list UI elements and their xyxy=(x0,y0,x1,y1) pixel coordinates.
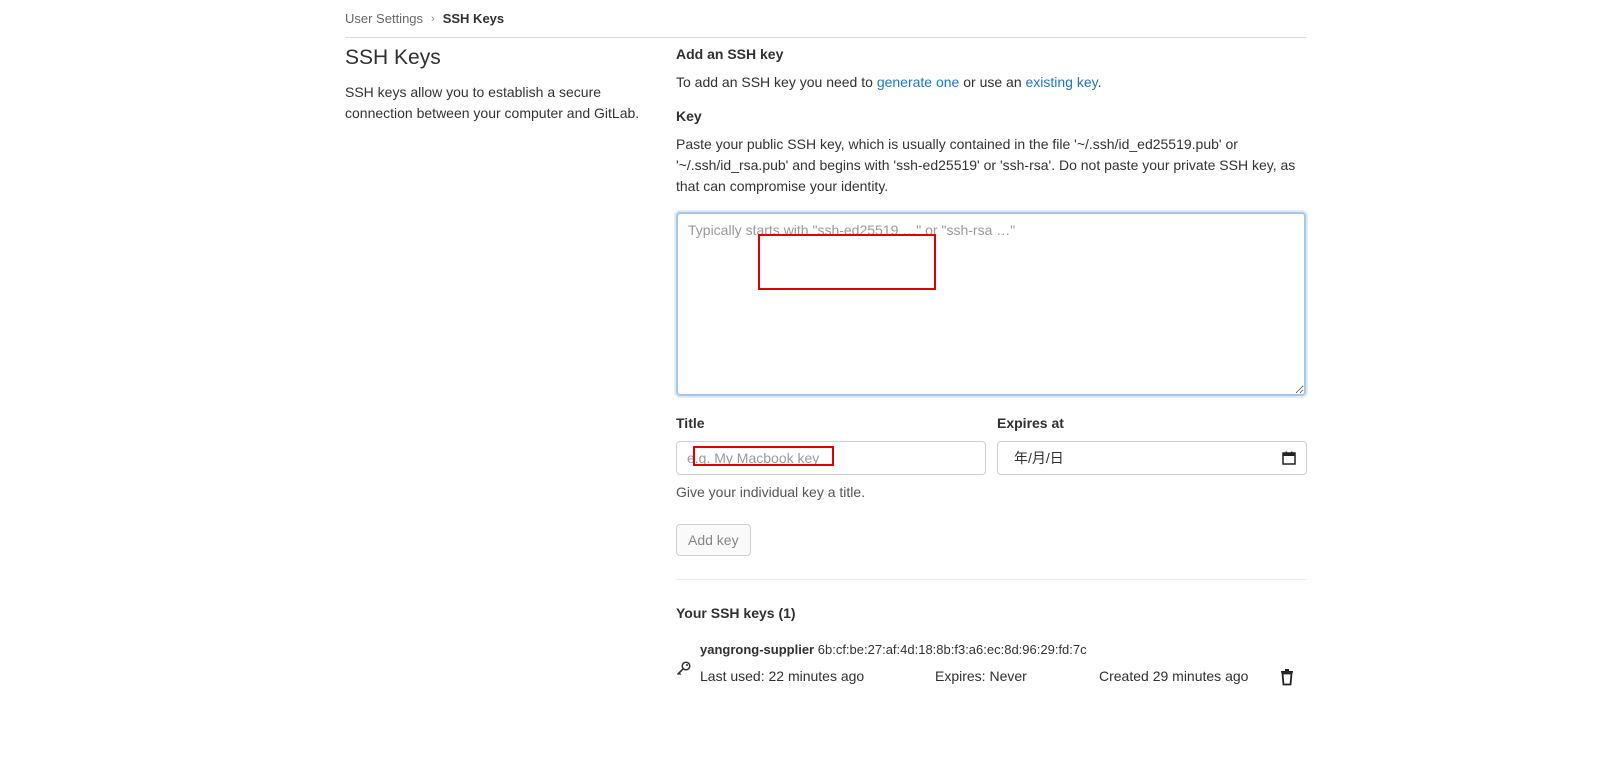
title-help-text: Give your individual key a title. xyxy=(676,484,866,500)
expires-date-value: 年/月/日 xyxy=(1014,450,1064,466)
existing-key-link[interactable]: existing key xyxy=(1026,74,1098,90)
calendar-icon[interactable] xyxy=(1282,451,1296,465)
page-title: SSH Keys xyxy=(345,46,441,69)
title-input[interactable] xyxy=(676,441,986,475)
key-label: Key xyxy=(676,108,702,124)
key-created: Created 29 minutes ago xyxy=(1099,668,1249,684)
expires-field: Expires at 年/月/日 xyxy=(997,415,1307,475)
key-icon xyxy=(676,660,692,676)
intro-prefix: To add an SSH key you need to xyxy=(676,74,877,90)
key-fingerprint: 6b:cf:be:27:af:4d:18:8b:f3:a6:ec:8d:96:2… xyxy=(817,642,1087,657)
breadcrumb-current: SSH Keys xyxy=(442,11,505,26)
ssh-key-form-section: Add an SSH key To add an SSH key you nee… xyxy=(676,46,1307,690)
ssh-key-item: yangrong-supplier 6b:cf:be:27:af:4d:18:8… xyxy=(676,642,1306,690)
title-label: Title xyxy=(676,415,705,431)
key-last-used: Last used: 22 minutes ago xyxy=(700,668,865,684)
breadcrumb: User Settings › SSH Keys xyxy=(345,0,1307,38)
add-key-intro: To add an SSH key you need to generate o… xyxy=(676,74,1306,90)
generate-one-link[interactable]: generate one xyxy=(877,74,960,90)
expires-date-input[interactable]: 年/月/日 xyxy=(997,441,1307,475)
key-textarea[interactable] xyxy=(676,212,1306,396)
intro-middle: or use an xyxy=(959,74,1026,90)
trash-icon[interactable] xyxy=(1278,668,1296,686)
intro-suffix: . xyxy=(1097,74,1102,90)
title-field: Title xyxy=(676,415,986,475)
key-title[interactable]: yangrong-supplier 6b:cf:be:27:af:4d:18:8… xyxy=(700,642,1087,657)
breadcrumb-separator: › xyxy=(431,12,435,25)
key-help-text: Paste your public SSH key, which is usua… xyxy=(676,136,1296,194)
add-key-button[interactable]: Add key xyxy=(676,524,751,556)
title-expires-row: Title Expires at 年/月/日 xyxy=(676,415,1307,475)
key-expires: Expires: Never xyxy=(935,668,1027,684)
section-divider xyxy=(676,579,1306,580)
expires-label: Expires at xyxy=(997,415,1064,431)
settings-intro: SSH Keys SSH keys allow you to establish… xyxy=(345,46,645,124)
your-keys-heading: Your SSH keys (1) xyxy=(676,605,796,621)
breadcrumb-user-settings[interactable]: User Settings xyxy=(345,11,423,26)
add-key-heading: Add an SSH key xyxy=(676,46,784,62)
key-name: yangrong-supplier xyxy=(700,642,815,657)
page-description: SSH keys allow you to establish a secure… xyxy=(345,84,640,121)
